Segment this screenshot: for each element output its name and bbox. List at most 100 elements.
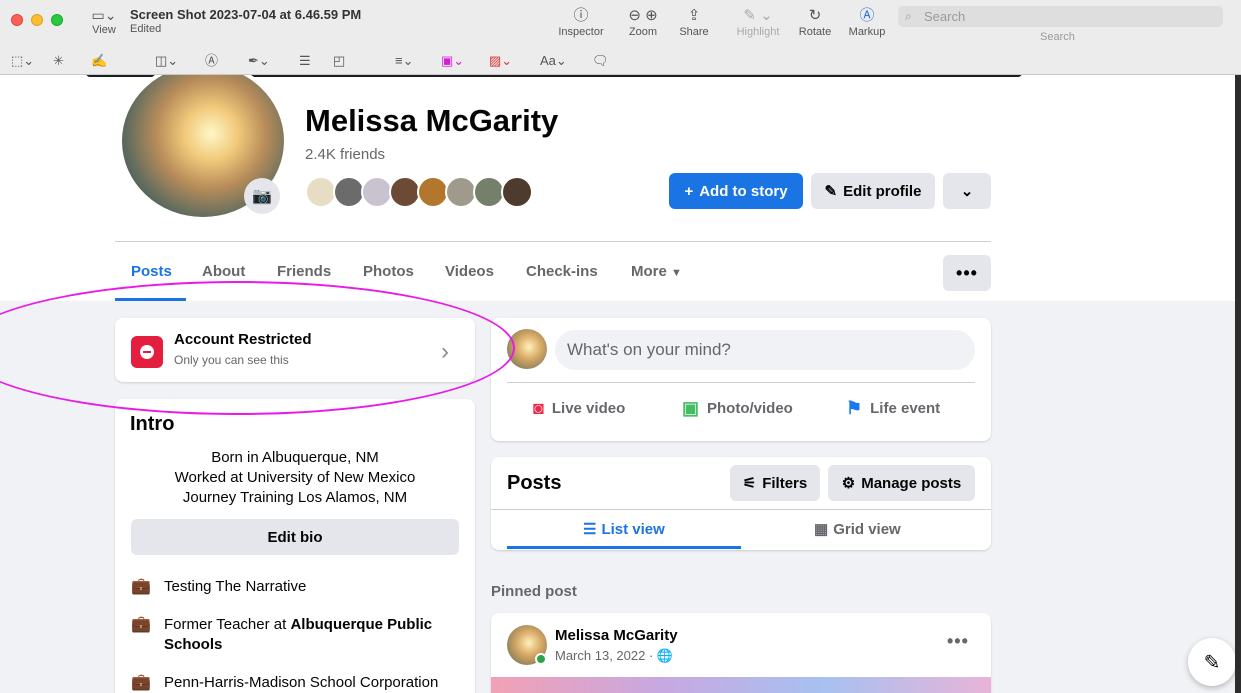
tab-videos[interactable]: Videos <box>445 263 494 280</box>
shapes-icon[interactable]: ◫⌄ <box>155 51 178 71</box>
intro-item-text[interactable]: Testing The Narrative <box>164 577 306 597</box>
search-input[interactable]: ⌕ Search <box>898 6 1223 27</box>
text-box-icon[interactable]: Ⓐ <box>205 51 218 71</box>
briefcase-icon: 💼 <box>131 674 151 691</box>
view-menu-button[interactable]: ▭⌄ View <box>86 6 122 37</box>
shape-style-icon[interactable]: ≡⌄ <box>395 51 413 71</box>
camera-icon[interactable]: 📷 <box>244 178 280 214</box>
intro-item-school: 💼 Penn-Harris-Madison School Corporation <box>131 673 461 693</box>
restricted-title: Account Restricted <box>174 331 312 348</box>
markup-pen-icon: Ⓐ <box>859 7 875 24</box>
zoom-button[interactable]: ⊖ ⊕ Zoom <box>618 6 668 39</box>
photo-icon: ▣ <box>682 398 700 418</box>
share-label: Share <box>679 26 709 38</box>
bio-line: Worked at University of New Mexico <box>174 469 416 486</box>
restricted-subtitle: Only you can see this <box>174 353 289 367</box>
inspector-label: Inspector <box>558 26 604 38</box>
globe-icon: 🌐 <box>656 648 674 663</box>
markup-label: Markup <box>848 26 886 38</box>
text-style-button[interactable]: Aa⌄ <box>540 51 567 71</box>
grid-view-tab[interactable]: ▦ Grid view <box>814 520 901 539</box>
annotate-icon[interactable]: 🗨 <box>592 51 609 71</box>
post-image[interactable] <box>491 677 991 693</box>
post-options-button[interactable]: ••• <box>947 631 969 652</box>
text-style-label: Aa <box>540 53 556 68</box>
zoom-label: Zoom <box>628 26 658 38</box>
adjust-size-icon[interactable]: ◰ <box>333 51 345 71</box>
edit-profile-label: Edit profile <box>843 182 922 200</box>
search-icon: ⌕ <box>905 9 912 23</box>
facebook-profile-page: 📷 Melissa McGarity 2.4K friends + Add to… <box>0 75 1235 693</box>
whats-on-your-mind-input[interactable]: What's on your mind? <box>555 330 975 370</box>
preview-titlebar: ▭⌄ View Screen Shot 2023-07-04 at 6.46.5… <box>0 0 1241 46</box>
signature-icon[interactable]: ✒⌄ <box>248 51 270 71</box>
manage-posts-label: Manage posts <box>861 474 962 492</box>
account-restricted-card[interactable]: Account Restricted Only you can see this… <box>115 318 475 382</box>
bio-line: Journey Training Los Alamos, NM <box>182 489 408 506</box>
pinned-post-card: Melissa McGarity March 13, 2022 · 🌐 ••• <box>491 613 991 693</box>
highlight-button[interactable]: ✎ ⌄ Highlight <box>732 6 784 39</box>
new-message-button[interactable]: ✎ <box>1188 638 1235 686</box>
live-video-label: Live video <box>551 400 626 417</box>
intro-item-text[interactable]: Penn-Harris-Madison School Corporation <box>164 673 438 693</box>
post-author-name[interactable]: Melissa McGarity <box>555 627 678 644</box>
caret-down-icon: ▼ <box>671 267 682 279</box>
adjust-color-icon[interactable]: ☰ <box>299 51 311 71</box>
grid-view-label: Grid view <box>833 520 901 538</box>
plus-icon: + <box>684 182 694 200</box>
manage-posts-button[interactable]: ⚙ Manage posts <box>828 465 975 501</box>
tab-more[interactable]: More ▼ <box>631 263 682 280</box>
tab-posts[interactable]: Posts <box>131 263 172 280</box>
photo-video-button[interactable]: ▣ Photo/video <box>682 398 793 419</box>
document-title[interactable]: Screen Shot 2023-07-04 at 6.46.59 PM <box>130 7 361 22</box>
active-tab-indicator <box>115 298 186 301</box>
filters-button[interactable]: ⚟ Filters <box>730 465 820 501</box>
rotate-icon: ↻ <box>808 7 822 24</box>
share-button[interactable]: ⇪ Share <box>676 6 712 39</box>
pinned-post-label: Pinned post <box>491 583 577 600</box>
instant-alpha-icon[interactable]: ✳ <box>53 51 64 71</box>
composer-avatar[interactable] <box>507 329 547 369</box>
list-view-tab[interactable]: ☰ List view <box>583 520 665 539</box>
composer-divider <box>507 382 975 383</box>
edit-bio-button[interactable]: Edit bio <box>131 519 459 555</box>
briefcase-icon: 💼 <box>131 616 151 633</box>
search-placeholder: Search <box>924 9 966 24</box>
flag-icon: ⚑ <box>846 398 863 418</box>
border-color-icon[interactable]: ▣⌄ <box>441 51 464 71</box>
selection-tool-icon[interactable]: ⬚⌄ <box>11 51 34 71</box>
markup-button[interactable]: Ⓐ Markup <box>845 6 889 39</box>
rotate-button[interactable]: ↻ Rotate <box>796 6 834 39</box>
minimize-window-button[interactable] <box>31 14 43 26</box>
sketch-icon[interactable]: ✍ <box>91 51 107 71</box>
life-event-label: Life event <box>870 400 941 417</box>
compose-icon: ✎ <box>1203 651 1221 674</box>
bio-line: Born in Albuquerque, NM <box>211 449 379 466</box>
list-icon: ☰ <box>583 521 597 538</box>
profile-options-button[interactable]: ⌄ <box>943 173 991 209</box>
highlight-label: Highlight <box>736 26 780 38</box>
tabs-more-options-button[interactable]: ••• <box>943 255 991 291</box>
friend-avatar[interactable] <box>501 176 533 208</box>
fullscreen-window-button[interactable] <box>51 14 63 26</box>
close-window-button[interactable] <box>11 14 23 26</box>
live-video-button[interactable]: ◙ Live video <box>533 398 625 419</box>
post-date-text: March 13, 2022 · <box>555 648 657 663</box>
tab-photos[interactable]: Photos <box>363 263 414 280</box>
desktop-edge <box>1235 75 1241 693</box>
add-to-story-button[interactable]: + Add to story <box>669 173 803 209</box>
active-view-indicator <box>507 546 741 549</box>
posts-title: Posts <box>507 472 562 494</box>
life-event-button[interactable]: ⚑ Life event <box>846 398 940 419</box>
edit-profile-button[interactable]: ✎ Edit profile <box>811 173 935 209</box>
tab-friends[interactable]: Friends <box>277 263 331 280</box>
add-to-story-label: Add to story <box>699 182 788 200</box>
highlighter-icon: ✎ ⌄ <box>743 7 773 24</box>
fill-color-icon[interactable]: ▨⌄ <box>489 51 512 71</box>
friends-count[interactable]: 2.4K friends <box>305 146 385 163</box>
post-date[interactable]: March 13, 2022 · 🌐 <box>555 648 673 664</box>
tab-checkins[interactable]: Check-ins <box>526 263 598 280</box>
profile-name: Melissa McGarity <box>305 103 559 138</box>
tab-about[interactable]: About <box>202 263 245 280</box>
inspector-button[interactable]: ⓘ Inspector <box>556 6 606 39</box>
